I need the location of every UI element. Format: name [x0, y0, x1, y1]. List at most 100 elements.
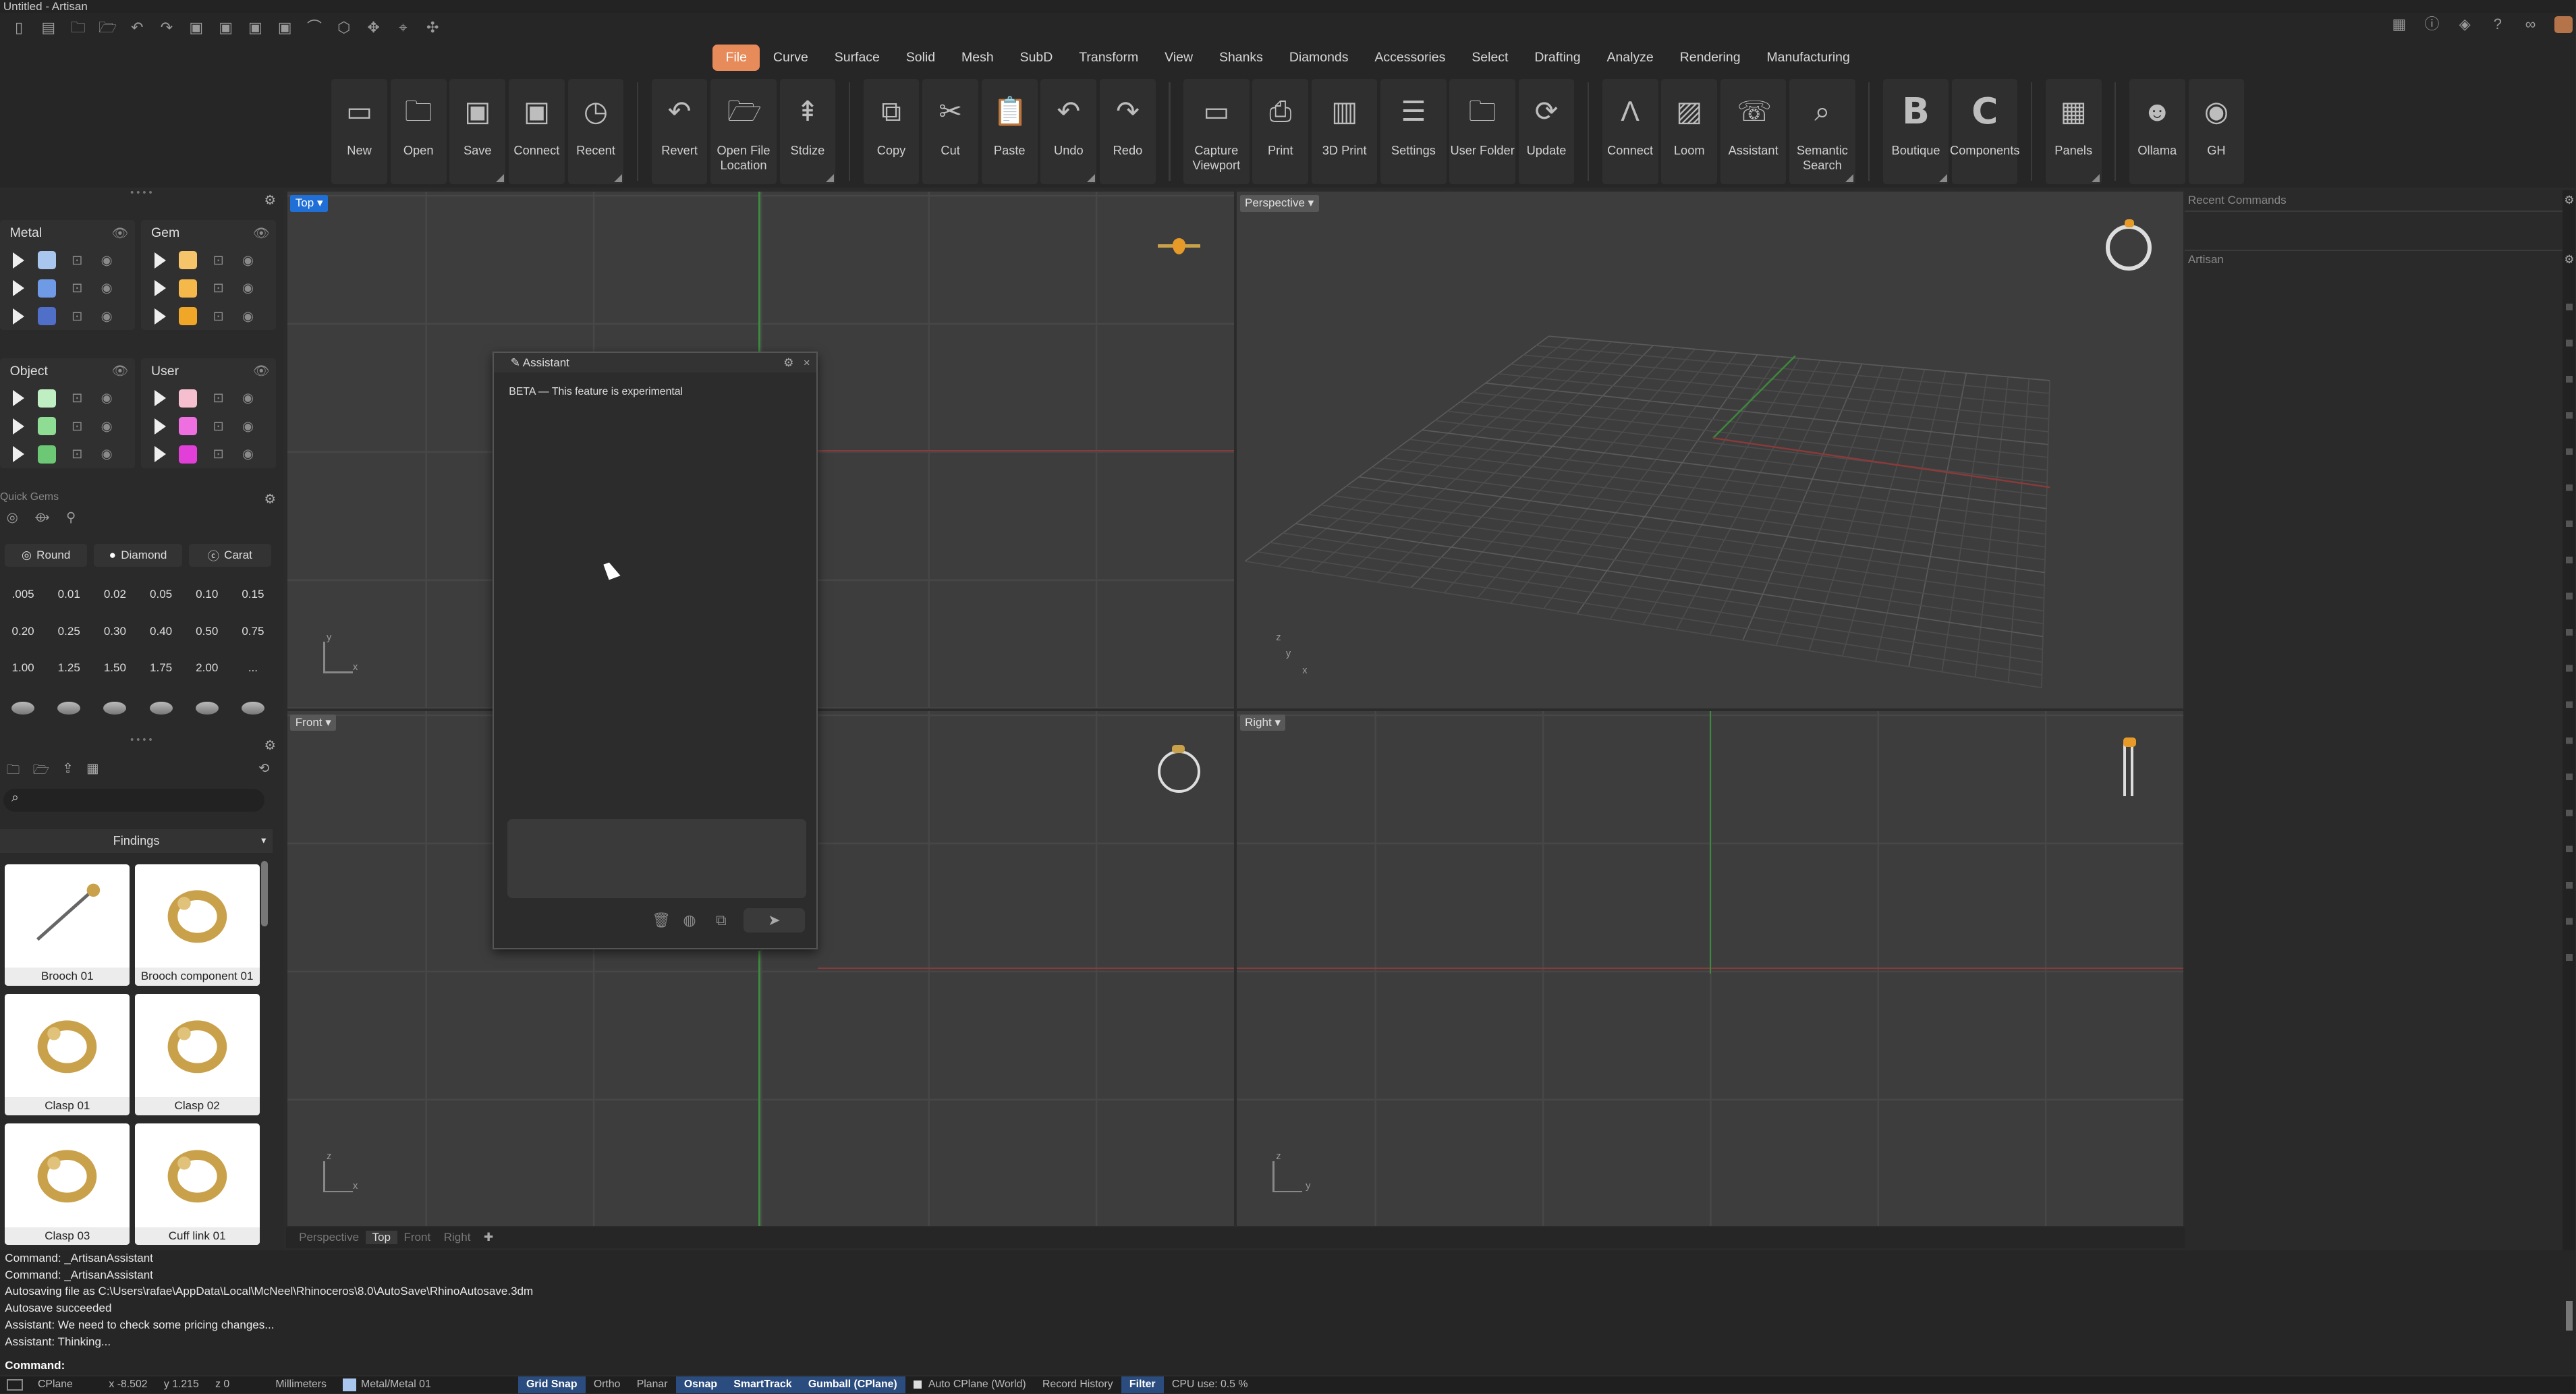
viewport-right[interactable]: Right ▾ zy: [1235, 709, 2185, 1227]
boutique-button[interactable]: B Boutique: [1882, 78, 1949, 184]
update-button[interactable]: ⟳ Update: [1518, 78, 1575, 184]
save-increment-icon[interactable]: ▣: [246, 20, 264, 36]
eye-icon[interactable]: ◉: [99, 418, 115, 435]
gem-size-button[interactable]: 0.50: [188, 619, 227, 645]
gem-shape-button[interactable]: [3, 693, 43, 723]
play-icon[interactable]: [13, 308, 25, 325]
cplane-label[interactable]: CPlane: [30, 1376, 81, 1393]
loom-button[interactable]: ▨ Loom: [1661, 78, 1718, 184]
smarttrack-toggle[interactable]: SmartTrack: [725, 1376, 800, 1393]
ring-perspective[interactable]: [2105, 219, 2152, 271]
lock-icon[interactable]: ⊡: [211, 446, 227, 462]
menu-tab-curve[interactable]: Curve: [760, 45, 821, 71]
eye-icon[interactable]: ◉: [240, 252, 256, 269]
user-folder-button[interactable]: 🗀 User Folder: [1449, 78, 1515, 184]
layer-color-swatch[interactable]: [37, 445, 56, 464]
save-as-icon[interactable]: ▣: [217, 20, 235, 36]
library-item[interactable]: Clasp 02: [134, 993, 260, 1116]
cut-selector[interactable]: ◎ Round: [5, 543, 88, 567]
play-icon[interactable]: [13, 418, 25, 435]
menu-tab-file[interactable]: File: [712, 44, 760, 71]
connect-button[interactable]: ▣ Connect: [509, 78, 565, 184]
gem-shape-icon[interactable]: ◎: [7, 509, 18, 526]
panel-grip[interactable]: • • • •: [0, 188, 283, 200]
eye-icon[interactable]: 👁: [112, 225, 129, 242]
panel-settings-icon[interactable]: ⚙: [264, 192, 276, 208]
gem-size-button[interactable]: 0.75: [233, 619, 273, 645]
ring-top-view[interactable]: [1157, 238, 1201, 254]
assistant-message-input[interactable]: [507, 819, 806, 899]
eye-icon[interactable]: 👁: [112, 363, 129, 379]
gem-size-button[interactable]: 0.01: [49, 582, 88, 608]
gem-size-button[interactable]: 0.15: [233, 582, 273, 608]
settings-button[interactable]: ☰ Settings: [1380, 78, 1447, 184]
play-icon[interactable]: [13, 390, 25, 407]
eye-icon[interactable]: ◉: [240, 308, 256, 325]
layer-color-swatch[interactable]: [37, 307, 56, 325]
library-search-input[interactable]: ⌕: [3, 788, 264, 812]
history-scrollbar[interactable]: [2565, 1301, 2573, 1331]
autocplane-checkbox[interactable]: [914, 1381, 922, 1389]
lock-icon[interactable]: ⊡: [69, 390, 85, 406]
eye-icon[interactable]: ◉: [99, 390, 115, 406]
menu-tab-rendering[interactable]: Rendering: [1667, 45, 1754, 71]
folder-open-icon[interactable]: 🗁: [33, 760, 49, 783]
template-icon[interactable]: ▤: [39, 20, 57, 36]
viewport-label-right[interactable]: Right ▾: [1239, 714, 1286, 731]
material-selector[interactable]: ● Diamond: [93, 543, 183, 567]
save-icon[interactable]: ▣: [187, 20, 205, 36]
library-item[interactable]: Brooch 01: [5, 864, 130, 986]
play-icon[interactable]: [154, 418, 166, 435]
gem-shape-button[interactable]: [141, 693, 180, 723]
eye-icon[interactable]: ◉: [240, 418, 256, 435]
menu-tab-diamonds[interactable]: Diamonds: [1276, 45, 1362, 71]
gem-size-button[interactable]: 1.75: [141, 655, 180, 681]
assistant-settings-icon[interactable]: ⚙: [783, 353, 793, 372]
redo-icon[interactable]: ↷: [158, 20, 176, 36]
eye-icon[interactable]: ◉: [240, 280, 256, 296]
settings-icon[interactable]: ⚙: [2564, 194, 2574, 207]
menu-tab-mesh[interactable]: Mesh: [949, 45, 1007, 71]
prong-icon[interactable]: ⚲: [66, 509, 76, 526]
layer-row[interactable]: ⊡ ◉: [141, 275, 276, 302]
gumball-toggle[interactable]: Gumball (CPlane): [800, 1376, 905, 1393]
lock-icon[interactable]: ⊡: [69, 446, 85, 462]
menu-tab-transform[interactable]: Transform: [1066, 45, 1152, 71]
gem-size-button[interactable]: 0.25: [49, 619, 88, 645]
gem-size-button[interactable]: 1.50: [95, 655, 134, 681]
cut-button[interactable]: ✂ Cut: [922, 78, 978, 184]
lasso-icon[interactable]: ⌒: [306, 20, 324, 36]
library-settings-icon[interactable]: ⚙: [264, 737, 276, 754]
folder-add-icon[interactable]: 🗀: [7, 760, 20, 783]
eye-icon[interactable]: ◉: [99, 446, 115, 462]
lock-icon[interactable]: ⊡: [211, 280, 227, 296]
library-item[interactable]: Cuff link 01: [134, 1123, 260, 1246]
lock-icon[interactable]: ⊡: [211, 308, 227, 325]
library-item[interactable]: Clasp 01: [5, 993, 130, 1116]
gem-shape-button[interactable]: [188, 693, 227, 723]
gem-size-button[interactable]: 1.00: [3, 655, 43, 681]
open-button[interactable]: 🗀 Open: [390, 78, 447, 184]
settings-icon[interactable]: ⚙: [2564, 253, 2574, 267]
paste-button[interactable]: 📋 Paste: [981, 78, 1038, 184]
play-icon[interactable]: [154, 446, 166, 463]
3d-print-button[interactable]: ▥ 3D Print: [1311, 78, 1378, 184]
open-file-location-button[interactable]: 🗁 Open File Location: [710, 78, 777, 184]
grasshopper-icon[interactable]: ✣: [424, 20, 442, 36]
layer-color-swatch[interactable]: [179, 251, 198, 270]
eye-icon[interactable]: ◉: [99, 280, 115, 296]
layer-color-swatch[interactable]: [37, 417, 56, 436]
library-category-dropdown[interactable]: Findings ▾: [0, 829, 273, 853]
menu-tab-analyze[interactable]: Analyze: [1594, 45, 1667, 71]
eye-icon[interactable]: ◉: [99, 308, 115, 325]
new-icon[interactable]: ▯: [10, 20, 28, 36]
print-button[interactable]: ⎙ Print: [1252, 78, 1309, 184]
gem-size-button[interactable]: 0.40: [141, 619, 180, 645]
capture-viewport-button[interactable]: ▭ Capture Viewport: [1183, 78, 1250, 184]
play-icon[interactable]: [13, 280, 25, 297]
eye-icon[interactable]: ◉: [240, 390, 256, 406]
send-button[interactable]: ➤: [744, 908, 805, 933]
layer-row[interactable]: ⊡ ◉: [0, 385, 135, 412]
gem-size-button[interactable]: 0.05: [141, 582, 180, 608]
gem-size-button[interactable]: 0.30: [95, 619, 134, 645]
